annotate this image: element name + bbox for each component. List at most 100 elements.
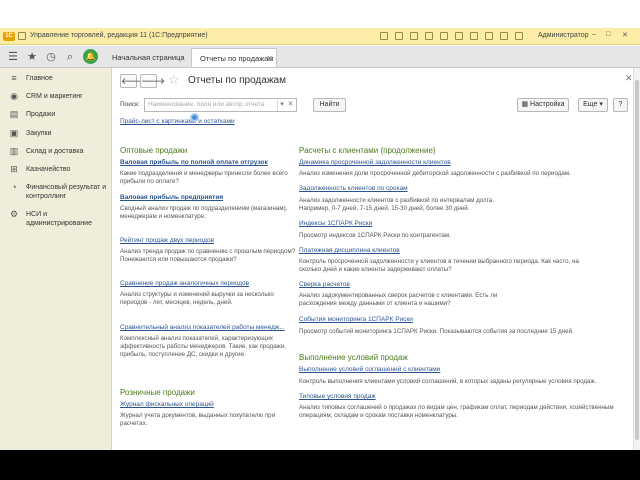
settings-button[interactable]: ▦ Настройка	[517, 98, 569, 112]
more-label: Еще	[583, 101, 598, 108]
report-description: Журнал учета документов, выданных покупа…	[120, 412, 276, 427]
save-icon[interactable]	[470, 32, 478, 40]
copy-icon[interactable]	[455, 32, 463, 40]
report-link[interactable]: Задолженность клиентов по срокам	[299, 185, 408, 192]
tab-label: Отчеты по продажам	[200, 54, 274, 63]
help-button[interactable]: ?	[613, 98, 628, 112]
sidebar-item-label: Склад и доставка	[26, 148, 84, 155]
menu-icon[interactable]	[18, 32, 26, 40]
finance-icon: ◔	[11, 182, 17, 192]
section-heading-retail: Розничные продажи	[120, 388, 195, 397]
report-description: Комплексный анализ показателей, характер…	[120, 335, 286, 358]
price-list-link[interactable]: Прайс-лист с картинками и остатками	[120, 118, 235, 125]
report-description: Контроль выполнения клиентами условий со…	[299, 378, 597, 385]
section-heading-client-settlements: Расчеты с клиентами (продолжение)	[299, 146, 436, 155]
search-icon[interactable]: ⌕	[63, 50, 77, 64]
report-link[interactable]: Валовая прибыль предприятия	[120, 194, 223, 201]
forward-button[interactable]: 🡒	[140, 74, 165, 88]
bell-icon[interactable]: 🔔	[83, 49, 98, 64]
report-link[interactable]: Типовые условия продаж	[299, 393, 376, 400]
sales-icon: ▤	[9, 109, 19, 119]
report-link[interactable]: Сравнение продаж аналогичных периодов	[120, 280, 249, 287]
report-link[interactable]: Сверка расчетов	[299, 281, 350, 288]
maximize-icon[interactable]: □	[606, 31, 610, 38]
report-link[interactable]: События мониторинга 1СПАРК Риски	[299, 316, 413, 323]
notifications-icon[interactable]	[515, 32, 523, 40]
report-description: Анализ задолженности клиентов с разбивко…	[299, 197, 494, 212]
report-link[interactable]: Выполнение условий соглашений с клиентам…	[299, 366, 440, 373]
sidebar-item-label: Продажи	[26, 111, 56, 118]
tab-sales-reports[interactable]: Отчеты по продажам ✕	[191, 48, 277, 67]
minimize-icon[interactable]: –	[592, 31, 596, 38]
sidebar-item-label: Казначейство	[26, 166, 71, 173]
settings-icon: ⚙	[9, 209, 19, 219]
close-tab-icon[interactable]: ✕	[266, 49, 273, 68]
title-bar: 1C Управление торговлей, редакция 11 (1С…	[0, 28, 640, 45]
history-clock-icon[interactable]: ◷	[44, 50, 58, 64]
report-description: Анализ задокументированных сверок расчет…	[299, 292, 498, 307]
report-description: Просмотр событий мониторинга 1СПАРК Риск…	[299, 328, 574, 335]
crm-icon: ◉	[10, 91, 18, 101]
settings-label: Настройка	[530, 101, 565, 108]
report-link[interactable]: Сравнительный анализ показателей работы …	[120, 324, 285, 331]
report-link[interactable]: Платежная дисциплина клиентов	[299, 247, 400, 254]
favorites-icon[interactable]	[410, 32, 418, 40]
back-button[interactable]: 🡐	[120, 74, 145, 88]
search-icon[interactable]	[500, 32, 508, 40]
search-placeholder: Наименование, поля или автор отчета	[148, 101, 265, 108]
report-link[interactable]: Валовая прибыль по полной оплате отгрузо…	[120, 159, 268, 166]
sidebar-item-label: НСИ и администрирование	[26, 211, 92, 227]
more-button[interactable]: Еще ▾	[578, 98, 608, 112]
print-icon[interactable]	[485, 32, 493, 40]
chevron-down-icon[interactable]: ▾	[277, 99, 286, 111]
section-heading-wholesale: Оптовые продажи	[120, 146, 188, 155]
sidebar-item-label: Закупки	[26, 130, 52, 137]
report-description: Просмотр индексов 1СПАРК Риски по контра…	[299, 232, 451, 239]
close-window-icon[interactable]: ✕	[622, 31, 628, 39]
current-user[interactable]: Администратор	[538, 32, 589, 39]
scrollbar-thumb[interactable]	[635, 80, 639, 440]
report-description: Контроль просроченной задолженности у кл…	[299, 258, 579, 273]
report-description: Сводный анализ продаж по подразделениям …	[120, 205, 288, 220]
close-form-icon[interactable]: ✕	[625, 73, 633, 84]
find-button[interactable]: Найти	[313, 98, 346, 112]
report-description: Анализ типовых соглашений о продажах по …	[299, 404, 614, 419]
favorite-star-icon[interactable]: ☆	[168, 72, 180, 88]
vertical-scrollbar[interactable]	[633, 68, 640, 450]
calculator-icon[interactable]	[440, 32, 448, 40]
report-description: Анализ структуры и изменений выручки за …	[120, 291, 274, 306]
report-link[interactable]: Журнал фискальных операций	[120, 401, 214, 408]
sidebar-item-label: Главное	[26, 75, 53, 82]
menu-icon: ≡	[11, 73, 17, 83]
treasury-icon: ⊞	[10, 164, 18, 174]
sidebar-item-label: CRM и маркетинг	[26, 93, 83, 100]
report-description: Анализ изменения доли просроченной дебит…	[299, 170, 571, 177]
top-toolbar: ☰ ★ ◷ ⌕ 🔔 Начальная страница Отчеты по п…	[0, 46, 640, 68]
window-title: Управление торговлей, редакция 11 (1С:Пр…	[30, 32, 208, 39]
chevron-down-icon: ▾	[597, 101, 603, 108]
tab-home[interactable]: Начальная страница	[104, 48, 193, 67]
sections-menu-icon[interactable]: ☰	[6, 50, 20, 64]
report-description: Какие подразделения и менеджеры принесли…	[120, 170, 288, 185]
calendar-icon[interactable]	[425, 32, 433, 40]
report-description: Анализ тренда продаж по сравнению с прош…	[120, 248, 296, 263]
sections-sidebar: ≡ Главное ◉ CRM и маркетинг ▤ Продажи ▣ …	[0, 68, 112, 450]
report-link[interactable]: Динамика просроченной задолженности клие…	[299, 159, 451, 166]
report-link[interactable]: Индексы 1СПАРК Риски	[299, 220, 372, 227]
settings-grid-icon: ▦	[521, 101, 531, 108]
history-icon[interactable]	[395, 32, 403, 40]
app-logo-icon: 1C	[3, 32, 15, 41]
warehouse-icon: ▥	[9, 146, 19, 156]
search-label: Поиск:	[120, 101, 140, 108]
section-heading-sales-conditions: Выполнение условий продаж	[299, 353, 408, 362]
mouse-cursor-indicator	[190, 113, 199, 122]
purchases-icon: ▣	[9, 128, 19, 138]
application-window: 1C Управление торговлей, редакция 11 (1С…	[0, 0, 640, 450]
clear-icon[interactable]: ✕	[286, 99, 295, 111]
report-panel: 🡐 🡒 ☆ Отчеты по продажам ✕ Поиск: Наимен…	[113, 68, 633, 450]
page-title: Отчеты по продажам	[188, 75, 286, 86]
home-icon[interactable]	[380, 32, 388, 40]
search-input[interactable]: Наименование, поля или автор отчета ▾ ✕	[144, 98, 297, 112]
report-link[interactable]: Рейтинг продаж двух периодов	[120, 237, 214, 244]
favorites-star-icon[interactable]: ★	[25, 50, 39, 64]
